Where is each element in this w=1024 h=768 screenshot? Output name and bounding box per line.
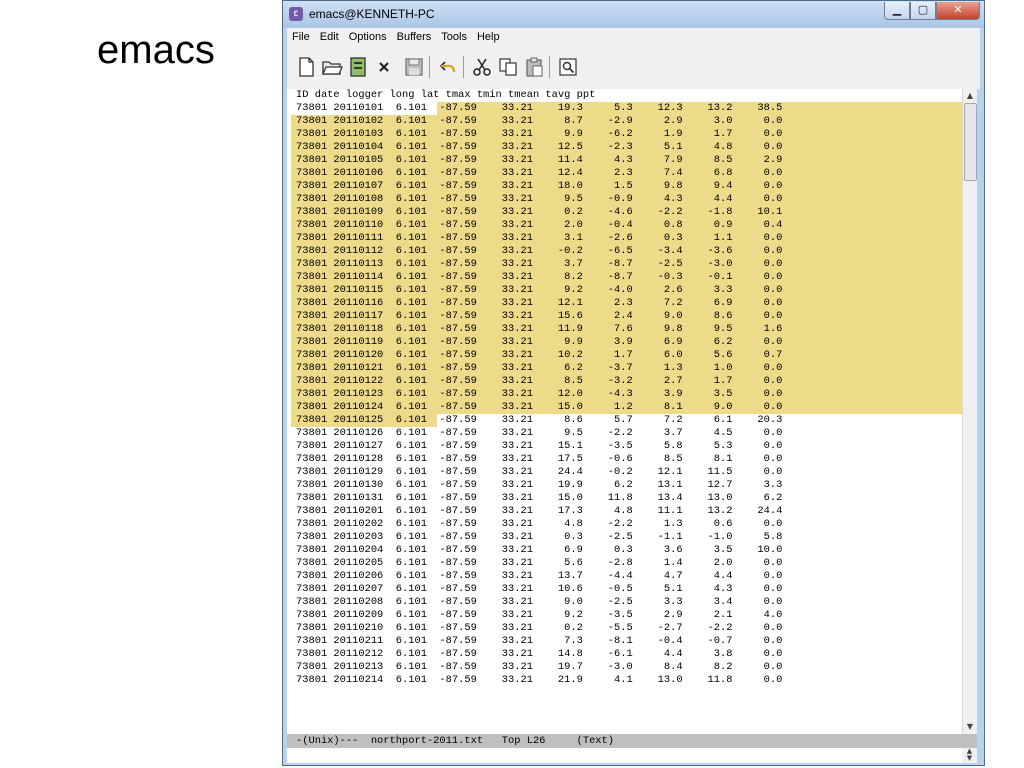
- buffer-line: 73801 20110209 6.101 -87.59 33.21 9.2 -3…: [296, 609, 783, 621]
- menu-help[interactable]: Help: [472, 31, 505, 43]
- buffer-header-line: ID date logger long lat tmax tmin tmean …: [296, 89, 596, 101]
- buffer-line: 73801 20110111 6.101 -87.59 33.21 3.1 -2…: [296, 232, 783, 244]
- toolbar-separator: [429, 56, 430, 78]
- buffer-line: 73801 20110109 6.101 -87.59 33.21 0.2 -4…: [296, 206, 783, 218]
- buffer-line: 73801 20110126 6.101 -87.59 33.21 9.5 -2…: [296, 427, 783, 439]
- buffer-line: 73801 20110203 6.101 -87.59 33.21 0.3 -2…: [296, 531, 783, 543]
- open-folder-icon[interactable]: [321, 56, 343, 78]
- buffer-line: 73801 20110204 6.101 -87.59 33.21 6.9 0.…: [296, 544, 783, 556]
- buffer-line: 73801 20110121 6.101 -87.59 33.21 6.2 -3…: [296, 362, 783, 374]
- buffer-line: 73801 20110117 6.101 -87.59 33.21 15.6 2…: [296, 310, 783, 322]
- slide-title: emacs: [97, 28, 215, 72]
- buffer-line: 73801 20110119 6.101 -87.59 33.21 9.9 3.…: [296, 336, 783, 348]
- menu-bar: File Edit Options Buffers Tools Help: [287, 28, 980, 46]
- window-title: emacs@KENNETH-PC: [309, 7, 435, 21]
- cut-icon[interactable]: [471, 56, 493, 78]
- vertical-scrollbar[interactable]: ▲ ▼: [962, 89, 977, 734]
- buffer-line: 73801 20110122 6.101 -87.59 33.21 8.5 -3…: [296, 375, 783, 387]
- menu-tools[interactable]: Tools: [436, 31, 472, 43]
- buffer-line: 73801 20110105 6.101 -87.59 33.21 11.4 4…: [296, 154, 783, 166]
- menu-options[interactable]: Options: [344, 31, 392, 43]
- text-buffer[interactable]: ID date logger long lat tmax tmin tmean …: [287, 89, 962, 734]
- minimize-button[interactable]: ▁: [884, 2, 910, 20]
- emacs-icon: ε: [289, 7, 303, 21]
- buffer-line: 73801 20110104 6.101 -87.59 33.21 12.5 -…: [296, 141, 783, 153]
- buffer-line: 73801 20110202 6.101 -87.59 33.21 4.8 -2…: [296, 518, 783, 530]
- undo-icon[interactable]: [437, 56, 459, 78]
- menu-buffers[interactable]: Buffers: [392, 31, 437, 43]
- buffer-line: 73801 20110118 6.101 -87.59 33.21 11.9 7…: [296, 323, 783, 335]
- buffer-line: 73801 20110102 6.101 -87.59 33.21 8.7 -2…: [296, 115, 783, 127]
- scrollbar-thumb[interactable]: [964, 103, 977, 181]
- scroll-down-arrow-icon[interactable]: ▼: [963, 720, 977, 734]
- minibuffer[interactable]: ▲ ▼: [287, 748, 977, 763]
- mode-line: -(Unix)--- northport-2011.txt Top L26 (T…: [287, 734, 977, 748]
- buffer-line: 73801 20110207 6.101 -87.59 33.21 10.6 -…: [296, 583, 783, 595]
- toolbar-separator: [549, 56, 550, 78]
- buffer-line: 73801 20110106 6.101 -87.59 33.21 12.4 2…: [296, 167, 783, 179]
- save-icon[interactable]: [403, 56, 425, 78]
- buffer-line: 73801 20110108 6.101 -87.59 33.21 9.5 -0…: [296, 193, 783, 205]
- buffer-line: 73801 20110115 6.101 -87.59 33.21 9.2 -4…: [296, 284, 783, 296]
- buffer-line: 73801 20110125 6.101 -87.59 33.21 8.6 5.…: [296, 414, 783, 426]
- close-button[interactable]: ✕: [936, 2, 980, 20]
- buffer-line: 73801 20110124 6.101 -87.59 33.21 15.0 1…: [296, 401, 783, 413]
- toolbar-separator: [463, 56, 464, 78]
- buffer-line: 73801 20110213 6.101 -87.59 33.21 19.7 -…: [296, 661, 783, 673]
- buffer-line: 73801 20110128 6.101 -87.59 33.21 17.5 -…: [296, 453, 783, 465]
- minibuffer-stepper-icon[interactable]: ▲ ▼: [962, 748, 977, 763]
- buffer-line: 73801 20110201 6.101 -87.59 33.21 17.3 4…: [296, 505, 783, 517]
- buffer-line: 73801 20110112 6.101 -87.59 33.21 -0.2 -…: [296, 245, 783, 257]
- search-icon[interactable]: [557, 56, 579, 78]
- buffer-line: 73801 20110205 6.101 -87.59 33.21 5.6 -2…: [296, 557, 783, 569]
- buffer-line: 73801 20110129 6.101 -87.59 33.21 24.4 -…: [296, 466, 783, 478]
- buffer-line: 73801 20110116 6.101 -87.59 33.21 12.1 2…: [296, 297, 783, 309]
- buffer-line: 73801 20110212 6.101 -87.59 33.21 14.8 -…: [296, 648, 783, 660]
- buffer-line: 73801 20110123 6.101 -87.59 33.21 12.0 -…: [296, 388, 783, 400]
- buffer-line: 73801 20110113 6.101 -87.59 33.21 3.7 -8…: [296, 258, 783, 270]
- buffer-line: 73801 20110103 6.101 -87.59 33.21 9.9 -6…: [296, 128, 783, 140]
- title-bar[interactable]: ε emacs@KENNETH-PC ▁ ▢ ✕: [283, 1, 984, 28]
- scroll-up-arrow-icon[interactable]: ▲: [963, 89, 977, 103]
- new-file-icon[interactable]: [295, 56, 317, 78]
- buffer-line: 73801 20110131 6.101 -87.59 33.21 15.0 1…: [296, 492, 783, 504]
- buffer-line: 73801 20110130 6.101 -87.59 33.21 19.9 6…: [296, 479, 783, 491]
- buffer-line: 73801 20110210 6.101 -87.59 33.21 0.2 -5…: [296, 622, 783, 634]
- buffer-line: 73801 20110120 6.101 -87.59 33.21 10.2 1…: [296, 349, 783, 361]
- toolbar: [287, 46, 980, 90]
- close-buffer-icon[interactable]: [373, 56, 395, 78]
- menu-file[interactable]: File: [287, 31, 315, 43]
- buffer-line: 73801 20110127 6.101 -87.59 33.21 15.1 -…: [296, 440, 783, 452]
- dired-icon[interactable]: [347, 56, 369, 78]
- buffer-line: 73801 20110214 6.101 -87.59 33.21 21.9 4…: [296, 674, 783, 686]
- buffer-line: 73801 20110114 6.101 -87.59 33.21 8.2 -8…: [296, 271, 783, 283]
- buffer-line: 73801 20110211 6.101 -87.59 33.21 7.3 -8…: [296, 635, 783, 647]
- emacs-window: ε emacs@KENNETH-PC ▁ ▢ ✕ File Edit Optio…: [282, 0, 985, 766]
- copy-icon[interactable]: [497, 56, 519, 78]
- buffer-line: 73801 20110208 6.101 -87.59 33.21 9.0 -2…: [296, 596, 783, 608]
- buffer-line: 73801 20110101 6.101 -87.59 33.21 19.3 5…: [296, 102, 783, 114]
- buffer-line: 73801 20110206 6.101 -87.59 33.21 13.7 -…: [296, 570, 783, 582]
- buffer-line: 73801 20110107 6.101 -87.59 33.21 18.0 1…: [296, 180, 783, 192]
- buffer-line: 73801 20110110 6.101 -87.59 33.21 2.0 -0…: [296, 219, 783, 231]
- maximize-button[interactable]: ▢: [910, 2, 936, 20]
- menu-edit[interactable]: Edit: [315, 31, 344, 43]
- paste-icon[interactable]: [523, 56, 545, 78]
